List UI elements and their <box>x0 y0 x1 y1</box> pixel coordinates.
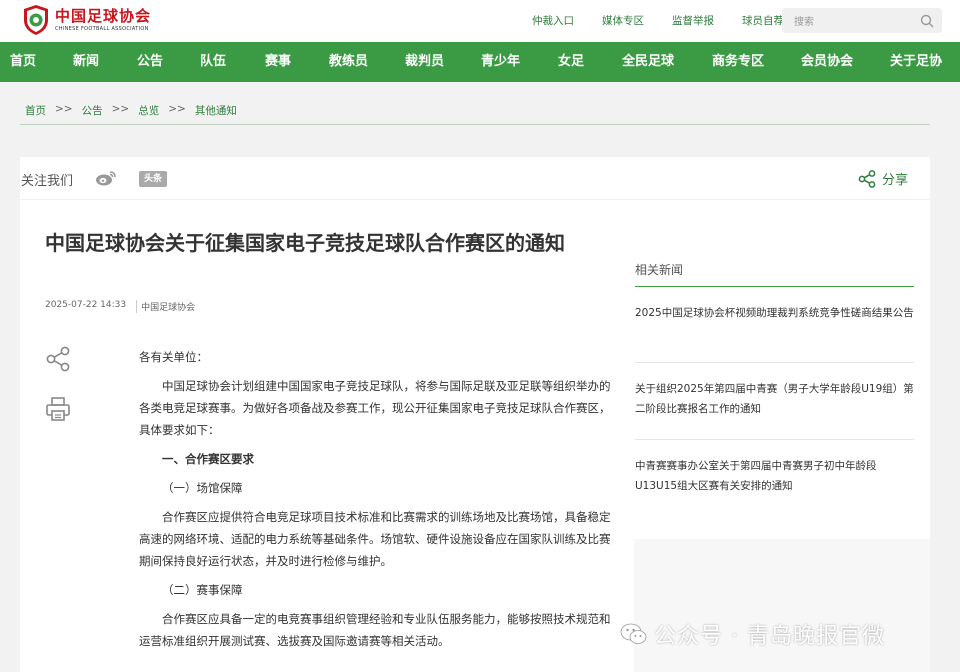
breadcrumb-other-notices[interactable]: 其他通知 <box>195 103 237 118</box>
follow-bar: 关注我们 头条 分享 <box>20 157 930 199</box>
article-meta: 2025-07-22 14:33 中国足球协会 <box>45 300 195 313</box>
article-body: 各有关单位： 中国足球协会计划组建中国国家电子竞技足球队，将参与国际足联及亚足联… <box>139 346 613 659</box>
breadcrumb-overview[interactable]: 总览 <box>138 103 159 118</box>
article-share-icon[interactable] <box>45 346 71 376</box>
related-news-panel: 相关新闻 2025中国足球协会杯视频助理裁判系统竞争性磋商结果公告 关于组织20… <box>617 200 930 672</box>
nav-member-associations[interactable]: 会员协会 <box>801 42 853 82</box>
nav-events[interactable]: 赛事 <box>265 42 291 82</box>
top-links: 仲裁入口 媒体专区 监督举报 球员自荐 <box>504 13 784 28</box>
watermark-text: 公众号 · 青岛晚报官微 <box>654 624 885 649</box>
link-media[interactable]: 媒体专区 <box>602 13 644 28</box>
nav-referees[interactable]: 裁判员 <box>405 42 444 82</box>
follow-label: 关注我们 <box>21 174 74 189</box>
print-icon[interactable] <box>45 396 71 426</box>
search-icon[interactable] <box>920 13 934 32</box>
breadcrumb-separator: >> <box>168 103 186 115</box>
weibo-icon[interactable] <box>95 170 117 190</box>
sidebar-blank-area <box>634 539 930 672</box>
nav-business[interactable]: 商务专区 <box>712 42 764 82</box>
breadcrumb-separator: >> <box>111 103 130 115</box>
wechat-icon <box>620 623 647 644</box>
cfa-logo[interactable]: 中国足球协会 CHINESE FOOTBALL ASSOCIATION <box>22 4 151 36</box>
cfa-badge-icon <box>22 4 50 36</box>
share-button[interactable]: 分享 <box>858 169 908 188</box>
article-paragraph: 合作赛区应提供符合电竞足球项目技术标准和比赛需求的训练场地及比赛场馆，具备稳定高… <box>139 510 611 568</box>
link-player-recommend[interactable]: 球员自荐 <box>742 13 784 28</box>
nav-news[interactable]: 新闻 <box>73 42 99 82</box>
related-news-divider <box>635 286 914 287</box>
news-divider <box>635 362 914 363</box>
search-placeholder: 搜索 <box>794 17 814 28</box>
related-news-item[interactable]: 中青赛赛事办公室关于第四届中青赛男子初中年龄段U13U15组大区赛有关安排的通知 <box>635 456 914 496</box>
article-date: 2025-07-22 14:33 <box>45 300 127 310</box>
toutiao-icon[interactable]: 头条 <box>139 171 167 187</box>
nav-youth[interactable]: 青少年 <box>481 42 520 82</box>
breadcrumb-home[interactable]: 首页 <box>25 103 46 118</box>
nav-teams[interactable]: 队伍 <box>200 42 226 82</box>
nav-women[interactable]: 女足 <box>558 42 584 82</box>
article-paragraph: 中国足球协会计划组建中国国家电子竞技足球队，将参与国际足联及亚足联等组织举办的各… <box>139 379 611 437</box>
article-section-heading: 一、合作赛区要求 <box>162 452 254 466</box>
main-nav: 首页 新闻 公告 队伍 赛事 教练员 裁判员 青少年 女足 全民足球 商务专区 … <box>0 42 960 82</box>
article-subheading: （一）场馆保障 <box>162 481 243 495</box>
nav-about[interactable]: 关于足协 <box>890 42 942 82</box>
logo-chinese-name: 中国足球协会 <box>55 7 152 25</box>
article-source: 中国足球协会 <box>136 300 195 313</box>
article-title: 中国足球协会关于征集国家电子竞技足球队合作赛区的通知 <box>45 231 565 255</box>
nav-announcements[interactable]: 公告 <box>137 42 163 82</box>
link-report[interactable]: 监督举报 <box>672 13 714 28</box>
article-paragraph: 合作赛区应具备一定的电竞赛事组织管理经验和专业队伍服务能力，能够按照技术规范和运… <box>139 612 611 648</box>
search-input[interactable]: 搜索 <box>782 8 942 33</box>
link-arbitration[interactable]: 仲裁入口 <box>532 13 574 28</box>
nav-grassroots[interactable]: 全民足球 <box>622 42 674 82</box>
nav-coaches[interactable]: 教练员 <box>329 42 368 82</box>
breadcrumb-separator: >> <box>55 103 73 115</box>
article: 中国足球协会关于征集国家电子竞技足球队合作赛区的通知 2025-07-22 14… <box>20 200 617 672</box>
related-news-item[interactable]: 关于组织2025年第四届中青赛（男子大学年龄段U19组）第二阶段比赛报名工作的通… <box>635 379 914 419</box>
related-news-item[interactable]: 2025中国足球协会杯视频助理裁判系统竞争性磋商结果公告 <box>635 303 914 323</box>
related-news-title: 相关新闻 <box>635 263 684 277</box>
breadcrumb: 首页 >> 公告 >> 总览 >> 其他通知 <box>25 103 237 118</box>
article-subheading: （二）赛事保障 <box>162 583 243 597</box>
article-salutation: 各有关单位： <box>139 350 208 364</box>
breadcrumb-announcements[interactable]: 公告 <box>82 103 103 118</box>
nav-home[interactable]: 首页 <box>10 42 36 82</box>
news-divider <box>635 439 914 440</box>
top-header: 中国足球协会 CHINESE FOOTBALL ASSOCIATION 仲裁入口… <box>0 0 960 42</box>
breadcrumb-divider <box>20 124 930 125</box>
share-icon <box>858 169 876 188</box>
wechat-watermark: 公众号 · 青岛晚报官微 <box>620 618 885 650</box>
share-label: 分享 <box>881 173 908 188</box>
logo-english-name: CHINESE FOOTBALL ASSOCIATION <box>55 26 149 32</box>
